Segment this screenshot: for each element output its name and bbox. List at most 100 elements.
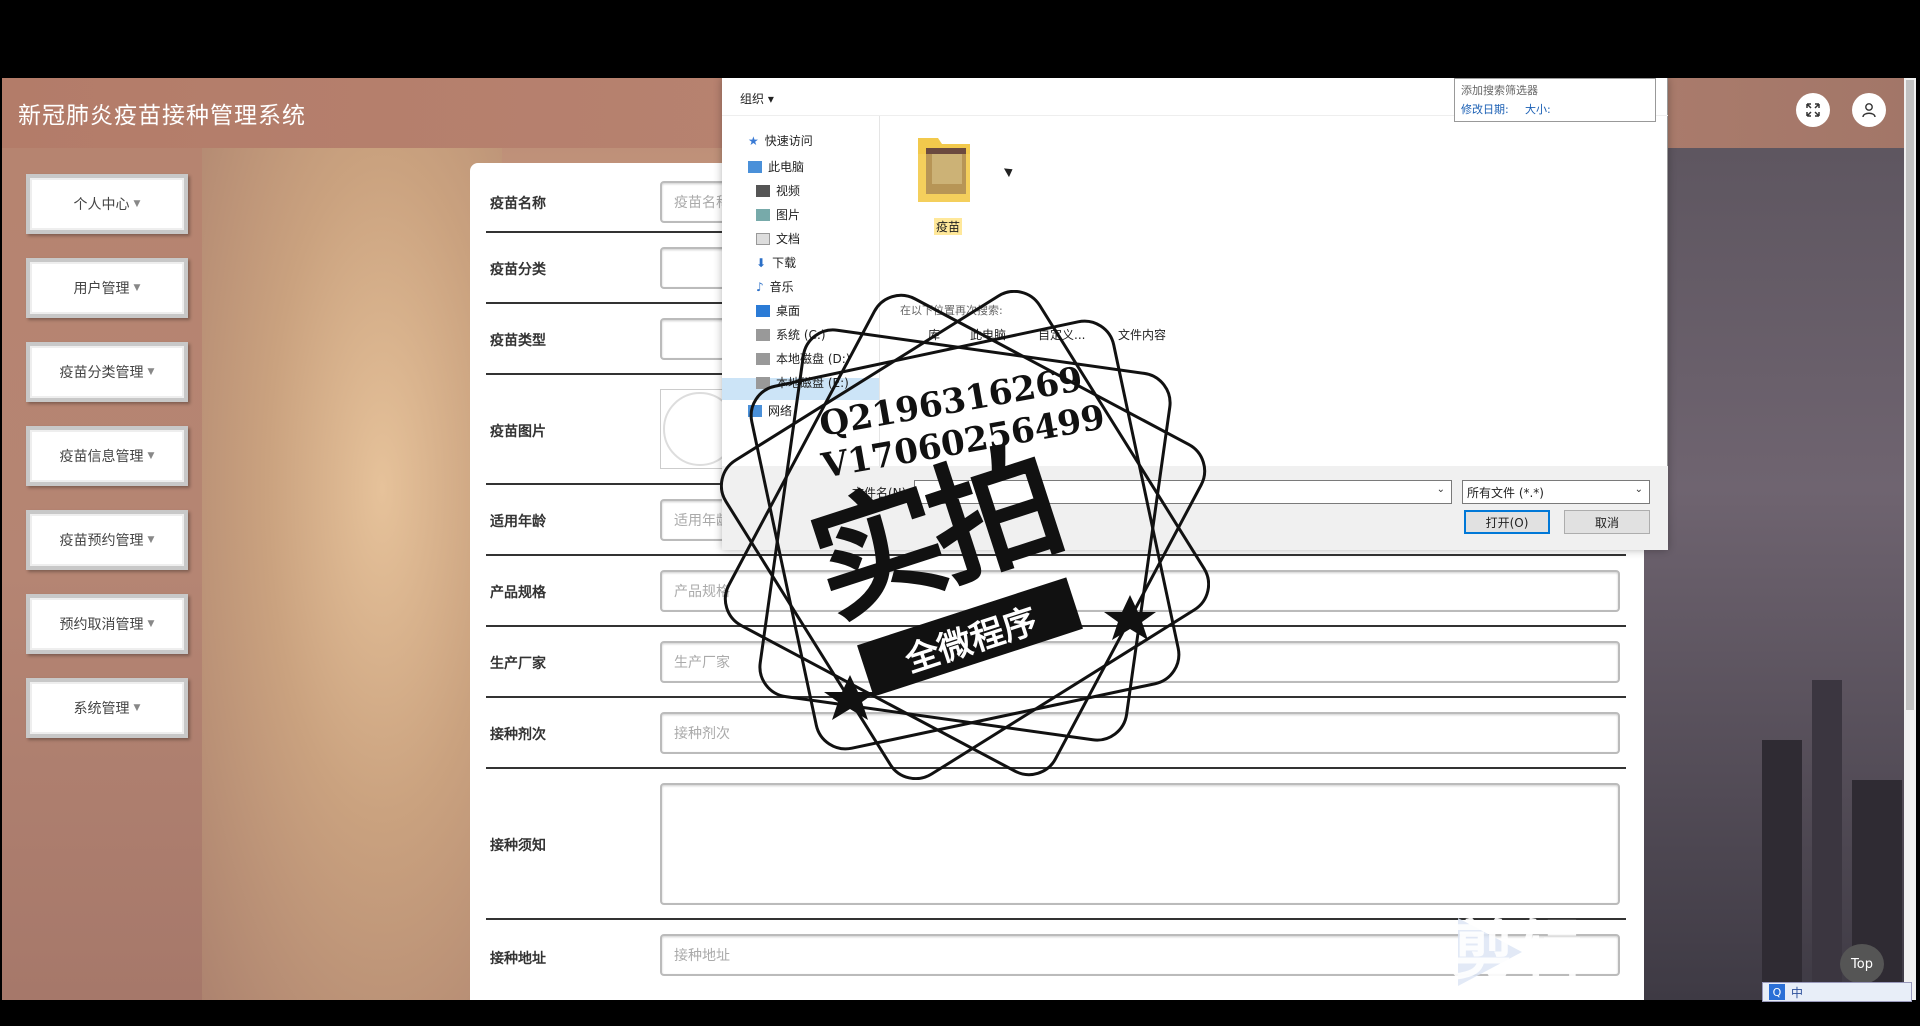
caret-down-icon: ▼ — [147, 619, 155, 629]
folder-icon — [918, 138, 970, 202]
picture-icon — [756, 208, 770, 221]
expand-icon — [1806, 103, 1820, 117]
sidebar-item-personal-center[interactable]: 个人中心 ▼ — [26, 174, 188, 234]
search-file-contents[interactable]: 文件内容 — [1118, 326, 1166, 343]
form-label: 疫苗名称 — [490, 196, 546, 212]
sidebar-item-vaccine-booking[interactable]: 疫苗预约管理 ▼ — [26, 510, 188, 570]
dialog-nav-pane: ★ 快速访问 此电脑 视频 图片 文档 ⬇ 下载 ♪ 音乐 桌面 系统 (C:)… — [722, 116, 880, 466]
caret-down-icon: ▼ — [147, 367, 155, 377]
drive-icon — [756, 352, 770, 365]
sidebar-item-label: 个人中心 — [73, 197, 130, 213]
ime-toolbar[interactable]: Q 中 — [1762, 982, 1912, 1002]
open-button[interactable]: 打开(O) — [1464, 510, 1550, 534]
building-silhouette — [1812, 680, 1842, 1000]
sidebar-item-label: 疫苗预约管理 — [59, 533, 144, 549]
form-label: 疫苗图片 — [490, 424, 546, 440]
cancel-button[interactable]: 取消 — [1564, 510, 1650, 534]
sidebar-item-system[interactable]: 系统管理 ▼ — [26, 678, 188, 738]
form-row-notice: 接种须知 — [486, 769, 1626, 920]
filename-input[interactable]: ⌄ — [914, 480, 1452, 504]
dialog-footer: 文件名(N): ⌄ 所有文件 (*.*) ⌄ 打开(O) 取消 — [722, 466, 1668, 550]
ime-language: 中 — [1791, 986, 1804, 1000]
sidebar-item-label: 疫苗分类管理 — [59, 365, 144, 381]
form-label: 疫苗类型 — [490, 333, 546, 349]
form-row-spec: 产品规格 产品规格 — [486, 556, 1626, 627]
sidebar-item-booking-cancel[interactable]: 预约取消管理 ▼ — [26, 594, 188, 654]
nav-pictures[interactable]: 图片 — [756, 206, 800, 223]
search-this-pc[interactable]: 此电脑 — [970, 326, 1006, 343]
form-row-manufacturer: 生产厂家 生产厂家 — [486, 627, 1626, 698]
form-row-dose: 接种剂次 接种剂次 — [486, 698, 1626, 769]
download-arrow-icon: ⬇ — [756, 255, 767, 270]
nav-this-pc[interactable]: 此电脑 — [748, 158, 804, 175]
manufacturer-input[interactable]: 生产厂家 — [660, 641, 1620, 683]
filetype-select[interactable]: 所有文件 (*.*) ⌄ — [1462, 480, 1650, 504]
nav-drive-d[interactable]: 本地磁盘 (D:) — [756, 350, 850, 367]
nav-drive-e[interactable]: 本地磁盘 (E:) — [756, 374, 849, 391]
sidebar-item-label: 预约取消管理 — [59, 617, 144, 633]
sidebar-item-vaccine-info[interactable]: 疫苗信息管理 ▼ — [26, 426, 188, 486]
sidebar-item-label: 系统管理 — [73, 701, 130, 717]
search-filter-popup: 添加搜索筛选器 修改日期: 大小: — [1454, 78, 1656, 122]
chevron-down-icon: ⌄ — [1634, 484, 1643, 495]
form-label: 适用年龄 — [490, 514, 546, 530]
network-icon — [748, 404, 762, 417]
back-to-top-button[interactable]: Top — [1840, 944, 1884, 984]
sidebar-item-user-management[interactable]: 用户管理 ▼ — [26, 258, 188, 318]
sidebar-item-label: 用户管理 — [73, 281, 130, 297]
filter-title: 添加搜索筛选器 — [1461, 84, 1538, 97]
caret-down-icon: ▼ — [133, 199, 141, 209]
folder-name: 疫苗 — [934, 218, 963, 235]
caret-down-icon: ▼ — [133, 703, 141, 713]
nav-desktop[interactable]: 桌面 — [756, 302, 800, 319]
search-library[interactable]: 库 — [928, 326, 940, 343]
nav-videos[interactable]: 视频 — [756, 182, 800, 199]
nav-downloads[interactable]: ⬇ 下载 — [756, 254, 796, 271]
background-glow — [202, 148, 502, 1000]
form-label: 接种须知 — [490, 838, 546, 854]
screen: 新冠肺炎疫苗接种管理系统 个人中心 ▼ 用户管理 ▼ 疫苗分类管理 ▼ 疫苗信息管 — [0, 0, 1920, 1026]
caret-down-icon: ▼ — [147, 535, 155, 545]
nav-documents[interactable]: 文档 — [756, 230, 800, 247]
caret-down-icon: ▼ — [147, 451, 155, 461]
star-icon: ★ — [748, 133, 759, 148]
filter-size-link[interactable]: 大小: — [1525, 101, 1551, 117]
music-note-icon: ♪ — [756, 279, 764, 294]
sidebar-item-label: 疫苗信息管理 — [59, 449, 144, 465]
search-again-title: 在以下位置再次搜索: — [900, 304, 1003, 317]
user-icon — [1862, 103, 1876, 118]
nav-network[interactable]: 网络 — [748, 402, 792, 419]
mouse-cursor-icon — [1003, 164, 1016, 178]
fullscreen-button[interactable] — [1796, 93, 1830, 127]
nav-drive-c[interactable]: 系统 (C:) — [756, 326, 826, 343]
background-city — [1642, 148, 1916, 1000]
form-label: 接种地址 — [490, 951, 546, 967]
computer-icon — [748, 160, 762, 173]
sidebar-item-vaccine-category[interactable]: 疫苗分类管理 ▼ — [26, 342, 188, 402]
drive-icon — [756, 376, 770, 389]
form-label: 生产厂家 — [490, 656, 546, 672]
desktop-icon — [756, 304, 770, 317]
nav-music[interactable]: ♪ 音乐 — [756, 278, 794, 295]
drive-icon — [756, 328, 770, 341]
scrollbar-thumb[interactable] — [1906, 80, 1914, 710]
chevron-down-icon: ⌄ — [1436, 484, 1445, 495]
filename-label: 文件名(N): — [852, 486, 911, 500]
caret-down-icon: ▼ — [133, 283, 141, 293]
form-label: 产品规格 — [490, 585, 546, 601]
app-title: 新冠肺炎疫苗接种管理系统 — [18, 103, 306, 129]
dose-input[interactable]: 接种剂次 — [660, 712, 1620, 754]
ime-logo-icon: Q — [1769, 984, 1785, 1000]
form-label: 接种剂次 — [490, 727, 546, 743]
search-custom[interactable]: 自定义... — [1038, 326, 1085, 343]
form-label: 疫苗分类 — [490, 262, 546, 278]
nav-quick-access[interactable]: ★ 快速访问 — [748, 132, 813, 149]
file-open-dialog: 组织 ▾ 添加搜索筛选器 修改日期: 大小: ★ 快速访问 此电脑 视频 图片 文… — [722, 78, 1668, 550]
folder-vaccine[interactable] — [914, 132, 974, 204]
editor-watermark: 剪辑 — [1452, 915, 1584, 989]
organize-menu[interactable]: 组织 ▾ — [740, 90, 774, 107]
notice-textarea[interactable] — [660, 783, 1620, 905]
filter-date-link[interactable]: 修改日期: — [1461, 101, 1509, 117]
spec-input[interactable]: 产品规格 — [660, 570, 1620, 612]
user-button[interactable] — [1852, 93, 1886, 127]
